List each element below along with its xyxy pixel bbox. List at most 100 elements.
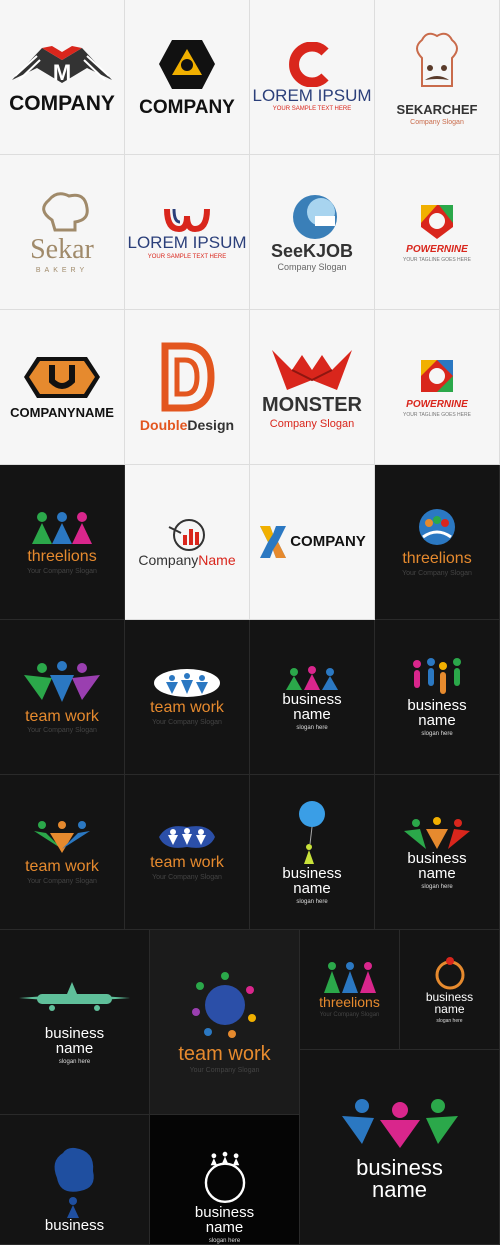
globe-ring-people-icon (191, 972, 256, 1038)
logo-text: MONSTER (262, 393, 362, 416)
logo-teamwork-1: team work Your Company Slogan (0, 620, 125, 775)
globe-people-icon (419, 509, 455, 546)
logo-tagline: YOUR SAMPLE TEXT HERE (272, 106, 352, 113)
logo-tagline: Your Company Slogan (27, 877, 97, 885)
logo-text-line1: business (407, 696, 467, 714)
logo-threelions-2: threelions Your Company Slogan (375, 465, 500, 620)
logo-text: team work (25, 707, 99, 725)
logo-companyname-u: COMPANYNAME (0, 310, 125, 465)
logo-tagline: Your Company Slogan (152, 718, 222, 726)
c-letter-icon (289, 41, 329, 87)
logo-collage: M COMPANY COMPANY LOREM IPSUM YOUR SAMPL… (0, 0, 500, 1245)
logo-tagline: slogan here (58, 1058, 91, 1065)
logo-sekarchef: SEKARCHEF Company Slogan (375, 0, 500, 155)
logo-text: POWERNINE (406, 243, 468, 255)
logo-powernine-2: POWERNINE YOUR TAGLINE GOES HERE (375, 310, 500, 465)
logo-text-line1: business (356, 1154, 443, 1180)
team-people-icon (286, 665, 338, 690)
logo-text: SEKARCHEF (396, 102, 478, 118)
logo-text: POWERNINE (406, 398, 468, 410)
logo-text-line1: business (282, 864, 342, 882)
double-d-icon (161, 342, 215, 412)
w-ribbon-icon (164, 208, 210, 233)
logo-tagline: slogan here (421, 883, 453, 890)
logo-text-line1: business (282, 690, 342, 708)
chart-circle-icon (168, 518, 205, 551)
logo-business-5: business name slogan here (400, 930, 500, 1050)
logo-tagline: Your Company Slogan (27, 567, 97, 575)
logo-text-line2: name (293, 879, 331, 897)
logo-text-part: Double (139, 416, 188, 433)
logo-text: LOREM IPSUM (127, 233, 247, 253)
balloon-person-icon (299, 800, 325, 864)
team-people-icon (24, 660, 100, 702)
logo-sekar-bakery: Sekar BAKERY (0, 155, 125, 310)
logo-text: team work (150, 699, 224, 717)
paint-splash-person-icon (54, 1147, 94, 1218)
logo-text: threelions (402, 550, 472, 568)
colorful-shield-icon (421, 204, 453, 239)
logo-business-6: business (0, 1115, 150, 1245)
logo-tagline: Your Company Slogan (189, 1067, 260, 1074)
u-hexagon-icon (24, 356, 100, 398)
logo-text-part: Design (187, 416, 235, 433)
logo-companyname-chart: CompanyName (125, 465, 250, 620)
logo-text-line1: business (44, 1024, 105, 1042)
logo-business-8: business name (300, 1050, 500, 1245)
logo-lorem-ipsum-1: LOREM IPSUM YOUR SAMPLE TEXT HERE (250, 0, 375, 155)
logo-text-line2: name (418, 864, 456, 882)
logo-text-line1: business (44, 1217, 105, 1234)
team-people-icon (404, 816, 470, 849)
logo-tagline: BAKERY (35, 266, 89, 274)
logo-text: SeeKJOB (270, 240, 354, 261)
logo-text: Sekar (30, 234, 94, 266)
logo-teamwork-4: team work Your Company Slogan (125, 775, 250, 930)
logo-tagline: YOUR TAGLINE GOES HERE (403, 257, 471, 264)
three-people-icon (323, 962, 376, 994)
three-people-icon (32, 512, 92, 545)
logo-text: COMPANY (290, 533, 366, 551)
logo-tagline: slogan here (296, 724, 328, 731)
logo-text-line1: business (407, 849, 467, 867)
logo-tagline: YOUR TAGLINE GOES HERE (403, 412, 471, 419)
logo-tagline: Your Company Slogan (402, 569, 472, 577)
logo-business-1: business name slogan here (250, 620, 375, 775)
logo-text: team work (178, 1043, 271, 1065)
logo-business-7: business name slogan here (150, 1115, 300, 1245)
logo-tagline: slogan here (421, 730, 453, 737)
airplane-icon (19, 981, 130, 1011)
people-pins-icon (413, 657, 461, 694)
logo-monster: MONSTER Company Slogan (250, 310, 375, 465)
colorful-square-icon (421, 359, 453, 392)
x-mosaic-icon (260, 526, 287, 558)
hexagon-icon (159, 39, 215, 89)
logo-doubledesign: DoubleDesign (125, 310, 250, 465)
logo-company-x: COMPANY (250, 465, 375, 620)
logo-tagline: Company Slogan (277, 262, 347, 273)
logo-tagline: Company Slogan (410, 118, 464, 126)
team-brush-icon (159, 826, 215, 848)
logo-text: COMPANYNAME (10, 404, 114, 420)
logo-text: team work (150, 854, 224, 872)
logo-seekjob: SeeKJOB Company Slogan (250, 155, 375, 310)
logo-text-line2: name (418, 711, 456, 729)
ring-person-icon (435, 957, 464, 990)
logo-tagline: Your Company Slogan (319, 1011, 380, 1018)
globe-person-icon (292, 194, 337, 239)
chef-hat-outline-icon (42, 192, 89, 232)
logo-lorem-ipsum-2: LOREM IPSUM YOUR SAMPLE TEXT HERE (125, 155, 250, 310)
logo-text-part: Name (198, 551, 236, 568)
logo-text: threelions (27, 548, 97, 566)
logo-tagline: Company Slogan (269, 417, 355, 430)
logo-text: COMPANY (139, 96, 235, 118)
logo-powernine-1: POWERNINE YOUR TAGLINE GOES HERE (375, 155, 500, 310)
logo-text-line2: name (205, 1219, 244, 1236)
logo-threelions-1: threelions Your Company Slogan (0, 465, 125, 620)
logo-text-line2: name (55, 1039, 94, 1057)
logo-business-4: business name slogan here (375, 775, 500, 930)
logo-tagline: Your Company Slogan (27, 727, 97, 735)
logo-tagline: slogan here (208, 1238, 241, 1244)
logo-tagline: slogan here (436, 1018, 463, 1024)
logo-text: COMPANY (9, 92, 115, 116)
svg-text:M: M (53, 60, 71, 85)
